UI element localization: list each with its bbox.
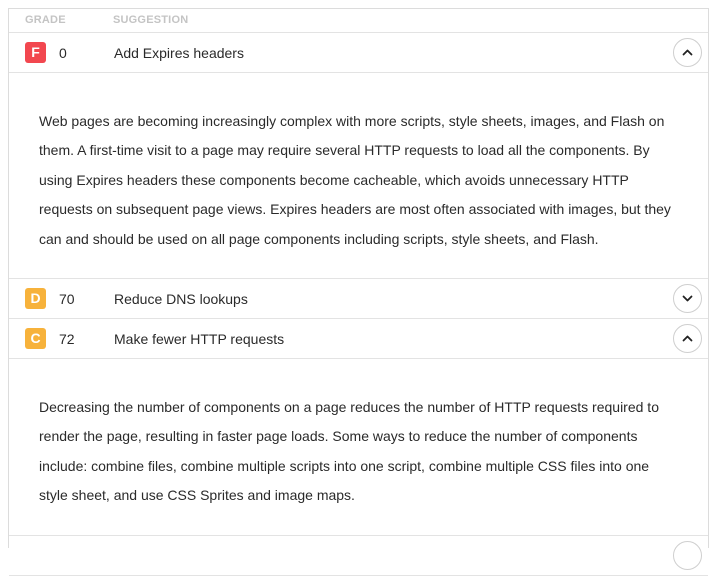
suggestion-title: Make fewer HTTP requests	[114, 331, 285, 347]
grade-score: 72	[59, 331, 75, 347]
suggestion-column-header: SUGGESTION	[113, 14, 189, 26]
grade-column-header: GRADE	[25, 14, 66, 26]
collapse-button[interactable]	[673, 324, 702, 353]
chevron-up-icon	[682, 335, 693, 342]
suggestion-description: Decreasing the number of components on a…	[39, 399, 659, 504]
suggestion-row-partial[interactable]	[9, 536, 708, 576]
suggestion-title: Add Expires headers	[114, 45, 244, 61]
collapse-button[interactable]	[673, 38, 702, 67]
toggle-button[interactable]	[673, 541, 702, 570]
suggestion-detail: Web pages are becoming increasingly comp…	[9, 73, 708, 279]
chevron-up-icon	[682, 49, 693, 56]
suggestions-table: GRADE SUGGESTION F 0 Add Expires headers…	[8, 8, 709, 576]
suggestion-row-expires-headers[interactable]: F 0 Add Expires headers	[9, 33, 708, 73]
grade-badge: F	[25, 42, 46, 63]
grade-badge: C	[25, 328, 46, 349]
grade-score: 70	[59, 291, 75, 307]
suggestion-row-dns-lookups[interactable]: D 70 Reduce DNS lookups	[9, 279, 708, 319]
suggestion-row-http-requests[interactable]: C 72 Make fewer HTTP requests	[9, 319, 708, 359]
grade-score: 0	[59, 45, 67, 61]
table-header: GRADE SUGGESTION	[9, 9, 708, 33]
chevron-down-icon	[682, 295, 693, 302]
suggestion-detail: Decreasing the number of components on a…	[9, 359, 708, 536]
expand-button[interactable]	[673, 284, 702, 313]
suggestion-title: Reduce DNS lookups	[114, 291, 248, 307]
suggestion-description: Web pages are becoming increasingly comp…	[39, 113, 671, 247]
grade-badge: D	[25, 288, 46, 309]
